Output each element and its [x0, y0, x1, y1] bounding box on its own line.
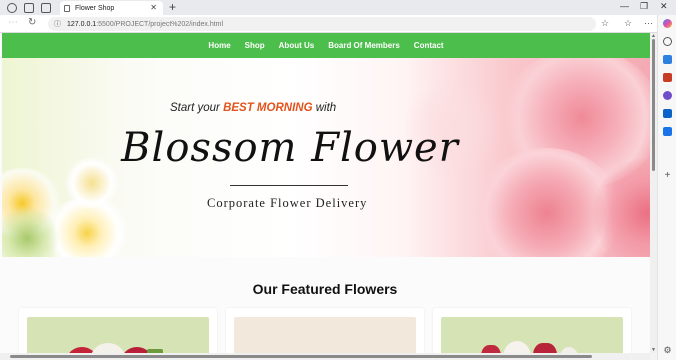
product-card[interactable] — [19, 308, 217, 353]
site-navbar: Home Shop About Us Board Of Members Cont… — [2, 33, 650, 58]
nav-board-of-members[interactable]: Board Of Members — [328, 41, 400, 50]
search-icon[interactable] — [663, 37, 672, 46]
white-lily-image — [503, 341, 531, 353]
address-bar-row: ⋯ ↻ ⓘ 127.0.0.1 :5500/PROJECT/project%20… — [0, 15, 676, 33]
product-card[interactable] — [433, 308, 631, 353]
red-lily-image — [481, 345, 501, 353]
product-image — [27, 317, 209, 353]
white-rose-image — [91, 343, 125, 353]
minimize-button[interactable]: — — [620, 1, 629, 11]
browser-tab-bar: Flower Shop ✕ + — ❐ ✕ — [0, 0, 676, 15]
back-icon[interactable]: ⋯ — [8, 17, 18, 28]
page-viewport: Home Shop About Us Board Of Members Cont… — [0, 33, 650, 353]
horizontal-scroll-thumb[interactable] — [10, 355, 592, 358]
hero-subtitle: Corporate Flower Delivery — [207, 196, 368, 210]
tagline-suffix: with — [315, 102, 337, 114]
hero-tagline: Start your BEST MORNING with — [170, 102, 336, 114]
nav-shop[interactable]: Shop — [245, 41, 265, 50]
shopping-icon[interactable] — [663, 55, 672, 64]
office-apps-icon[interactable] — [663, 127, 672, 136]
url-path: :5500/PROJECT/project%202/index.html — [96, 20, 224, 28]
add-icon[interactable]: + — [663, 171, 672, 181]
url-field[interactable]: ⓘ 127.0.0.1 :5500/PROJECT/project%202/in… — [48, 17, 596, 31]
close-window-button[interactable]: ✕ — [660, 1, 668, 12]
page-favicon-icon — [64, 4, 70, 12]
featured-section-title: Our Featured Flowers — [252, 281, 398, 297]
tab-title: Flower Shop — [75, 4, 115, 12]
horizontal-scrollbar[interactable] — [0, 353, 650, 360]
copilot-icon[interactable] — [663, 19, 672, 28]
maximize-button[interactable]: ❐ — [640, 1, 648, 12]
profile-icon[interactable] — [7, 2, 17, 13]
edge-sidebar: + ⚙ — [657, 15, 676, 360]
new-tab-button[interactable]: + — [169, 0, 176, 14]
product-image — [234, 317, 416, 353]
tagline-highlight: BEST MORNING — [223, 102, 313, 114]
product-image — [441, 317, 623, 353]
nav-home[interactable]: Home — [208, 41, 230, 50]
hero-banner: Start your BEST MORNING with Blossom Flo… — [2, 58, 650, 257]
office-icon[interactable] — [663, 91, 672, 100]
tab-close-icon[interactable]: ✕ — [150, 3, 157, 12]
product-card[interactable] — [226, 308, 424, 353]
url-host: 127.0.0.1 — [67, 20, 97, 28]
collections-icon[interactable] — [24, 2, 34, 13]
scroll-down-icon[interactable]: ▼ — [650, 347, 657, 353]
outlook-icon[interactable] — [663, 109, 672, 118]
games-icon[interactable] — [663, 73, 672, 82]
hero-brand-title: Blossom Flower — [121, 125, 459, 171]
hero-divider — [230, 185, 348, 186]
info-icon[interactable]: ⓘ — [54, 19, 61, 29]
more-icon[interactable]: ⋯ — [644, 18, 653, 29]
refresh-icon[interactable]: ↻ — [28, 17, 36, 28]
browser-tab[interactable]: Flower Shop ✕ — [60, 1, 163, 15]
nav-contact[interactable]: Contact — [414, 41, 444, 50]
nav-about-us[interactable]: About Us — [279, 41, 315, 50]
settings-icon[interactable]: ⚙ — [663, 346, 672, 355]
red-lily-image — [533, 343, 557, 353]
favorite-star-icon[interactable]: ☆ — [601, 18, 609, 29]
vertical-scroll-thumb[interactable] — [652, 39, 655, 171]
favorites-icon[interactable]: ☆ — [624, 18, 632, 29]
vertical-scrollbar[interactable]: ▲ ▼ — [650, 33, 657, 353]
workspaces-icon[interactable] — [41, 2, 51, 13]
tagline-prefix: Start your — [170, 102, 220, 114]
